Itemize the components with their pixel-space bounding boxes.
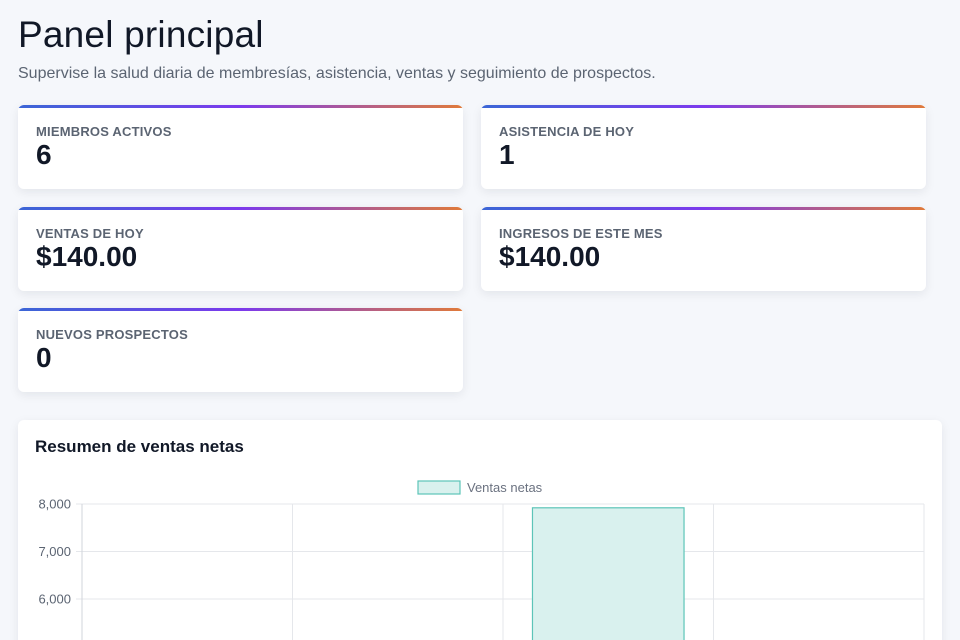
stat-card-new-leads: NUEVOS PROSPECTOS 0 xyxy=(18,308,463,392)
chart-title: Resumen de ventas netas xyxy=(35,437,244,456)
stat-value: $140.00 xyxy=(36,241,138,272)
card-accent-bar xyxy=(481,207,926,210)
card-accent-bar xyxy=(18,207,463,210)
stat-label: NUEVOS PROSPECTOS xyxy=(36,327,188,342)
net-sales-chart-card: Ventas netas 8,000 7,000 6,000 Resumen de v… xyxy=(18,420,942,640)
card-accent-bar xyxy=(18,105,463,108)
legend-label: Ventas netas xyxy=(467,480,543,495)
y-tick-label: 7,000 xyxy=(38,544,71,559)
y-tick-label: 6,000 xyxy=(38,592,71,607)
dashboard-page: Panel principal Supervise la salud diari… xyxy=(0,0,960,640)
stat-value: $140.00 xyxy=(499,241,601,272)
stat-value: 0 xyxy=(36,342,52,373)
card-accent-bar xyxy=(481,105,926,108)
stat-card-month-revenue: INGRESOS DE ESTE MES $140.00 xyxy=(481,207,926,291)
page-title: Panel principal xyxy=(18,14,264,55)
bar xyxy=(531,507,685,640)
stat-label: ASISTENCIA DE HOY xyxy=(499,124,635,139)
page-subtitle: Supervise la salud diaria de membresías,… xyxy=(18,65,656,82)
stat-value: 6 xyxy=(36,139,52,170)
stat-label: MIEMBROS ACTIVOS xyxy=(36,124,172,139)
legend-swatch xyxy=(417,480,461,495)
y-tick-label: 8,000 xyxy=(38,497,71,512)
stat-card-active-members: MIEMBROS ACTIVOS 6 xyxy=(18,105,463,189)
stat-label: VENTAS DE HOY xyxy=(36,226,144,241)
stat-card-sales-today: VENTAS DE HOY $140.00 xyxy=(18,207,463,291)
stat-label: INGRESOS DE ESTE MES xyxy=(499,226,663,241)
stat-value: 1 xyxy=(499,139,515,170)
card-accent-bar xyxy=(18,308,463,311)
stat-card-attendance-today: ASISTENCIA DE HOY 1 xyxy=(481,105,926,189)
